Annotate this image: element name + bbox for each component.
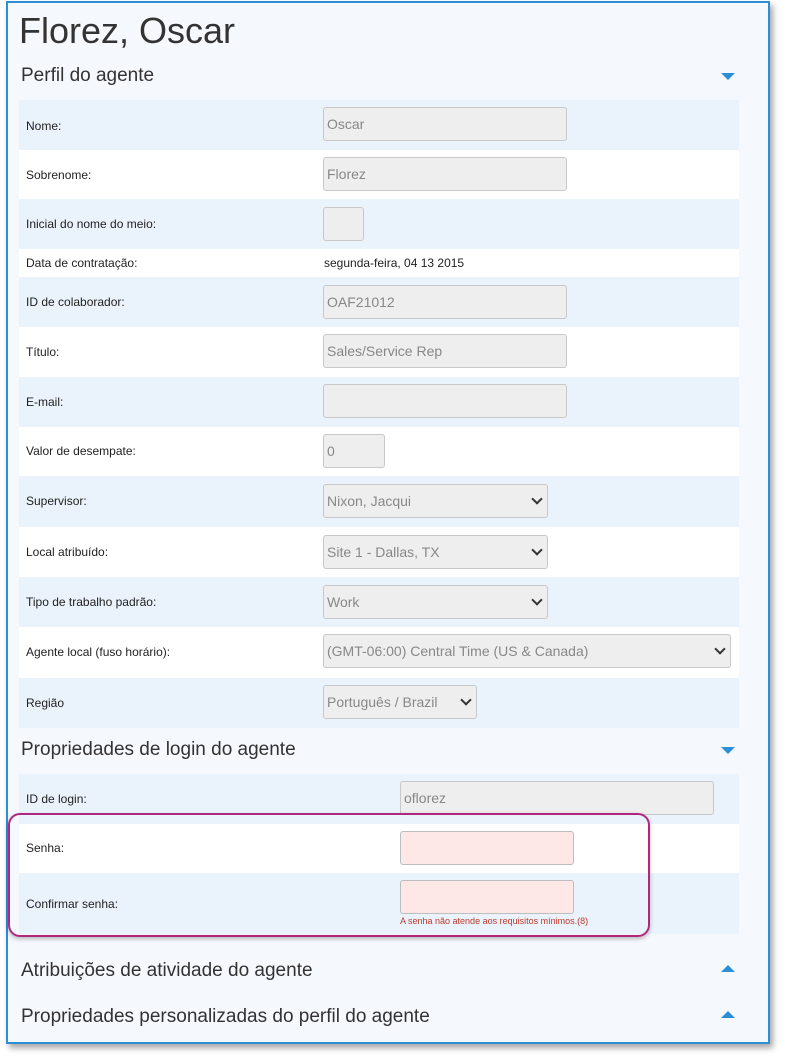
last-name-label: Sobrenome:: [26, 168, 92, 182]
section-login-header[interactable]: Propriedades de login do agente: [21, 739, 296, 761]
site-label: Local atribuído:: [26, 545, 109, 559]
chevron-down-icon: [531, 493, 543, 505]
region-value: Português / Brazil: [327, 694, 438, 710]
chevron-down-icon: [531, 544, 543, 556]
region-label: Região: [26, 696, 65, 710]
row-hire-date: Data de contratação: segunda-feira, 04 1…: [19, 249, 739, 277]
employee-id-input[interactable]: OAF21012: [323, 285, 567, 319]
region-select[interactable]: Português / Brazil: [323, 685, 477, 719]
row-middle-initial: Inicial do nome do meio:: [19, 199, 739, 249]
row-employee-id: ID de colaborador: OAF21012: [19, 277, 739, 327]
row-email: E-mail:: [19, 377, 739, 427]
hire-date-value: segunda-feira, 04 13 2015: [324, 256, 465, 270]
site-value: Site 1 - Dallas, TX: [327, 544, 440, 560]
work-type-value: Work: [327, 594, 360, 610]
timezone-label: Agente local (fuso horário):: [26, 645, 171, 659]
email-input[interactable]: [323, 384, 567, 418]
first-name-label: Nome:: [26, 119, 62, 133]
row-site: Local atribuído: Site 1 - Dallas, TX: [19, 527, 739, 577]
section-activity-header[interactable]: Atribuições de atividade do agente: [21, 960, 313, 982]
email-label: E-mail:: [26, 395, 64, 409]
site-select[interactable]: Site 1 - Dallas, TX: [323, 535, 548, 569]
login-id-label: ID de login:: [26, 792, 87, 806]
title-input[interactable]: Sales/Service Rep: [323, 334, 567, 368]
collapse-login-icon[interactable]: [721, 747, 735, 754]
last-name-input[interactable]: Florez: [323, 157, 567, 191]
row-region: Região Português / Brazil: [19, 678, 739, 728]
middle-initial-input[interactable]: [323, 207, 364, 241]
employee-id-label: ID de colaborador:: [26, 295, 125, 309]
supervisor-value: Nixon, Jacqui: [327, 493, 412, 509]
collapse-profile-icon[interactable]: [721, 73, 735, 80]
work-type-label: Tipo de trabalho padrão:: [26, 595, 157, 609]
row-supervisor: Supervisor: Nixon, Jacqui: [19, 476, 739, 527]
chevron-down-icon: [531, 594, 543, 606]
work-type-select[interactable]: Work: [323, 585, 548, 619]
supervisor-label: Supervisor:: [26, 494, 87, 508]
chevron-down-icon: [714, 643, 726, 655]
row-timezone: Agente local (fuso horário): (GMT-06:00)…: [19, 627, 739, 678]
row-first-name: Nome: Oscar: [19, 100, 739, 150]
section-custom-header[interactable]: Propriedades personalizadas do perfil do…: [21, 1006, 430, 1028]
row-title: Título: Sales/Service Rep: [19, 327, 739, 377]
tiebreak-input[interactable]: 0: [323, 434, 385, 468]
page-title: Florez, Oscar: [19, 10, 236, 51]
tiebreak-label: Valor de desempate:: [26, 444, 136, 458]
row-last-name: Sobrenome: Florez: [19, 150, 739, 199]
middle-initial-label: Inicial do nome do meio:: [26, 217, 157, 231]
password-highlight-callout: [8, 813, 650, 937]
first-name-input[interactable]: Oscar: [323, 107, 567, 141]
expand-activity-icon[interactable]: [721, 965, 735, 972]
supervisor-select[interactable]: Nixon, Jacqui: [323, 484, 548, 518]
timezone-value: (GMT-06:00) Central Time (US & Canada): [327, 643, 589, 659]
row-work-type: Tipo de trabalho padrão: Work: [19, 577, 739, 627]
chevron-down-icon: [460, 694, 472, 706]
timezone-select[interactable]: (GMT-06:00) Central Time (US & Canada): [323, 634, 731, 668]
row-tiebreak: Valor de desempate: 0: [19, 427, 739, 476]
title-label: Título:: [26, 345, 60, 359]
hire-date-label: Data de contratação:: [26, 256, 138, 270]
section-profile-header[interactable]: Perfil do agente: [21, 65, 154, 87]
expand-custom-icon[interactable]: [721, 1011, 735, 1018]
login-id-input[interactable]: oflorez: [400, 781, 714, 815]
